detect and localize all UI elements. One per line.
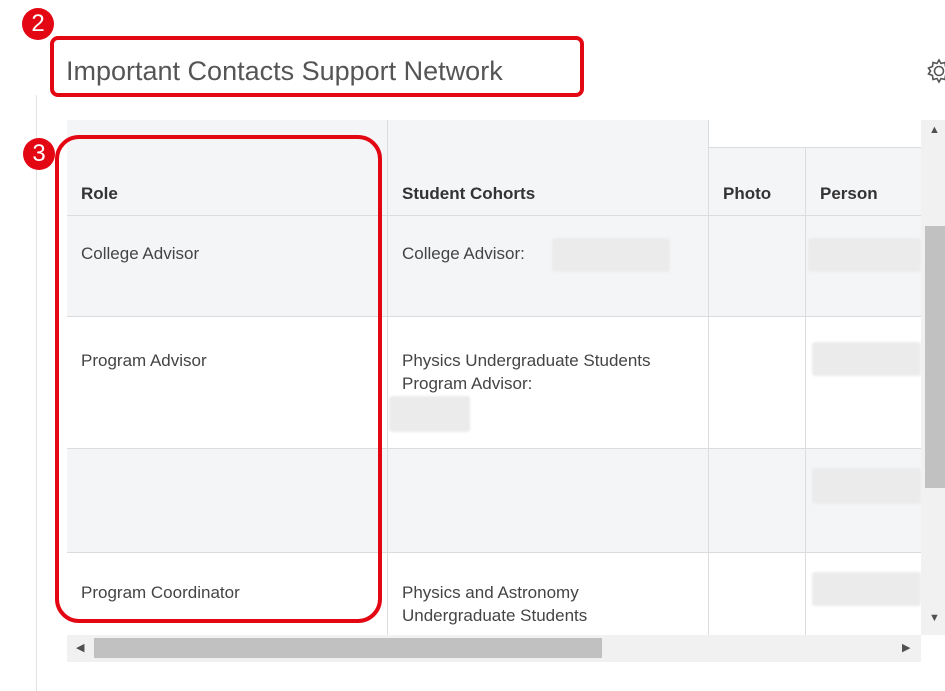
vertical-scroll-thumb[interactable] bbox=[925, 226, 945, 488]
table-row-cohort: College Advisor: bbox=[402, 244, 525, 263]
column-header-person[interactable]: Person bbox=[820, 184, 878, 204]
table-row-cohort: Physics Undergraduate Students Program A… bbox=[402, 351, 651, 393]
redacted-name bbox=[389, 396, 470, 432]
column-header-photo[interactable]: Photo bbox=[723, 184, 771, 204]
annotation-highlight-role-column bbox=[55, 135, 382, 623]
redacted-person bbox=[812, 572, 921, 606]
redacted-person bbox=[812, 468, 921, 504]
redacted-person bbox=[808, 238, 921, 272]
annotation-badge: 2 bbox=[22, 8, 54, 40]
triangle-left-icon[interactable]: ◀ bbox=[76, 642, 84, 654]
triangle-down-icon[interactable]: ▼ bbox=[929, 612, 940, 624]
panel-left-border bbox=[36, 95, 37, 691]
redacted-person bbox=[812, 342, 921, 376]
table-row-cohort: Physics and Astronomy Undergraduate Stud… bbox=[402, 583, 588, 625]
triangle-up-icon[interactable]: ▲ bbox=[929, 124, 940, 136]
column-header-student-cohorts[interactable]: Student Cohorts bbox=[402, 184, 535, 204]
horizontal-scroll-thumb[interactable] bbox=[94, 638, 602, 658]
gear-icon[interactable] bbox=[924, 56, 945, 86]
annotation-highlight-title bbox=[50, 36, 584, 97]
header-group-cell bbox=[708, 120, 921, 147]
annotation-badge: 3 bbox=[23, 138, 55, 170]
triangle-right-icon[interactable]: ▶ bbox=[902, 642, 910, 654]
redacted-name bbox=[552, 238, 670, 272]
